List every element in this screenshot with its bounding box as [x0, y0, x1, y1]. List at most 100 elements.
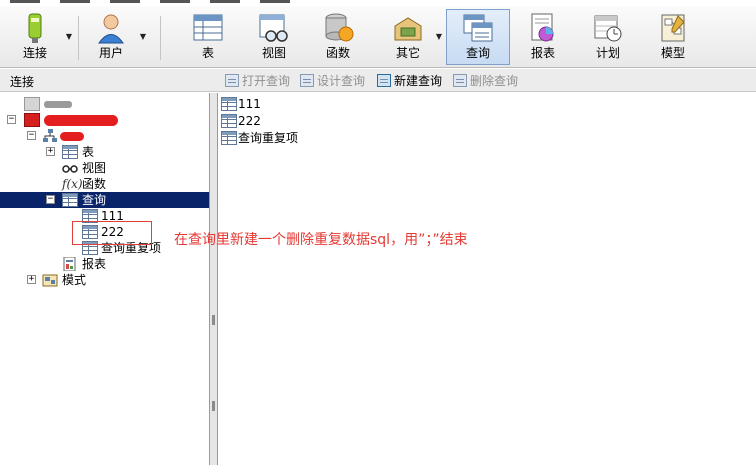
schedule-icon	[591, 12, 625, 44]
new-query-button[interactable]: 新建查询	[377, 72, 442, 89]
tree-node-views[interactable]: 视图	[0, 160, 209, 176]
tree-node-label: 表	[82, 145, 95, 159]
tree-node-label: 查询重复项	[101, 241, 162, 255]
main-toolbar: 连接 ▼ 用户 ▼ 表 视图 函数 其它 ▼ 查询 报表 计划 模型	[0, 6, 756, 68]
user-label: 用户	[98, 46, 123, 60]
delete-query-label: 删除查询	[470, 74, 519, 88]
query-list-pane: 111 222 查询重复项	[219, 93, 756, 465]
report-label: 报表	[530, 46, 555, 60]
model-icon	[656, 12, 690, 44]
design-query-icon	[300, 74, 314, 87]
model-label: 模型	[660, 46, 685, 60]
query-icon	[62, 193, 78, 207]
query-icon	[82, 241, 98, 255]
user-icon	[94, 12, 128, 44]
expand-toggle[interactable]: +	[27, 275, 36, 284]
collapse-toggle[interactable]: −	[7, 115, 16, 124]
query-icon	[82, 225, 98, 239]
tree-node-queries[interactable]: − 查询	[0, 192, 209, 208]
collapse-toggle[interactable]: −	[46, 195, 55, 204]
tree-node-label: 报表	[82, 257, 107, 271]
open-query-icon	[225, 74, 239, 87]
redacted-text	[44, 115, 118, 126]
view-label: 视图	[261, 46, 286, 60]
redacted-text	[44, 101, 72, 108]
other-button[interactable]: 其它	[380, 9, 436, 65]
toolbar-separator	[78, 16, 79, 60]
table-icon	[191, 12, 225, 44]
other-label: 其它	[395, 46, 420, 60]
other-dropdown-arrow[interactable]: ▼	[434, 32, 444, 42]
query-button[interactable]: 查询	[446, 9, 510, 65]
open-query-label: 打开查询	[242, 74, 291, 88]
glasses-icon	[62, 161, 78, 175]
tree-query-item[interactable]: 111	[0, 208, 209, 224]
schema-icon	[42, 129, 58, 143]
tree-node-schema-mode[interactable]: + 模式	[0, 272, 209, 288]
schedule-label: 计划	[595, 46, 620, 60]
table-button[interactable]: 表	[180, 9, 236, 65]
schedule-button[interactable]: 计划	[580, 9, 636, 65]
toolbar-separator	[160, 16, 161, 60]
connect-label: 连接	[22, 46, 47, 60]
query-icon	[82, 209, 98, 223]
tree-schema-row[interactable]: −	[0, 128, 209, 144]
connection-pane-title: 连接	[10, 75, 35, 89]
delete-query-icon	[453, 74, 467, 87]
oracle-server-icon	[24, 113, 40, 127]
model-icon	[42, 273, 58, 287]
query-icon	[221, 114, 237, 128]
object-toolbar: 连接 打开查询 设计查询 新建查询 删除查询	[0, 69, 756, 92]
new-query-icon	[377, 74, 391, 87]
query-list-item-label: 查询重复项	[238, 131, 299, 145]
report-icon	[526, 12, 560, 44]
delete-query-button[interactable]: 删除查询	[453, 72, 518, 89]
tree-connection-row[interactable]: −	[0, 112, 209, 128]
tree-node-functions[interactable]: f(x) 函数	[0, 176, 209, 192]
connect-button[interactable]: 连接	[6, 9, 64, 65]
connect-dropdown-arrow[interactable]: ▼	[64, 32, 74, 42]
query-list-item-label: 111	[238, 97, 261, 111]
query-icon	[461, 12, 495, 44]
tree-node-label: 函数	[82, 177, 107, 191]
new-query-label: 新建查询	[394, 74, 443, 88]
view-icon	[257, 12, 291, 44]
design-query-label: 设计查询	[317, 74, 366, 88]
splitter-grip	[212, 315, 215, 325]
query-label: 查询	[465, 46, 490, 60]
view-button[interactable]: 视图	[246, 9, 302, 65]
splitter-grip	[212, 401, 215, 411]
tree-node-label: 视图	[82, 161, 107, 175]
tree-connection-row[interactable]	[0, 96, 209, 112]
report-icon	[62, 256, 78, 272]
collapse-toggle[interactable]: −	[27, 131, 36, 140]
function-icon	[321, 12, 355, 44]
function-icon: f(x)	[62, 177, 83, 191]
query-icon	[221, 131, 237, 145]
user-dropdown-arrow[interactable]: ▼	[138, 32, 148, 42]
tree-node-reports[interactable]: 报表	[0, 256, 209, 272]
connection-tree: − − + 表 视图 f(x) 函数 − 查询 111 222 查询重复项 报表…	[0, 93, 210, 465]
table-icon	[62, 145, 78, 159]
design-query-button[interactable]: 设计查询	[300, 72, 365, 89]
annotation-text: 在查询里新建一个删除重复数据sql，用”；”结束	[174, 232, 468, 248]
server-icon	[24, 97, 40, 111]
tree-node-tables[interactable]: + 表	[0, 144, 209, 160]
tree-node-label: 222	[101, 225, 124, 239]
open-query-button[interactable]: 打开查询	[225, 72, 290, 89]
query-icon	[221, 97, 237, 111]
redacted-text	[60, 132, 84, 141]
table-label: 表	[201, 46, 214, 60]
other-icon	[391, 12, 425, 44]
function-label: 函数	[325, 46, 350, 60]
expand-toggle[interactable]: +	[46, 147, 55, 156]
plug-icon	[18, 12, 52, 44]
model-button[interactable]: 模型	[645, 9, 701, 65]
tree-node-label: 查询	[82, 193, 107, 207]
function-button[interactable]: 函数	[310, 9, 366, 65]
query-list-item-label: 222	[238, 114, 261, 128]
report-button[interactable]: 报表	[515, 9, 571, 65]
user-button[interactable]: 用户	[82, 9, 140, 65]
tree-node-label: 111	[101, 209, 124, 223]
pane-splitter[interactable]	[210, 93, 218, 465]
